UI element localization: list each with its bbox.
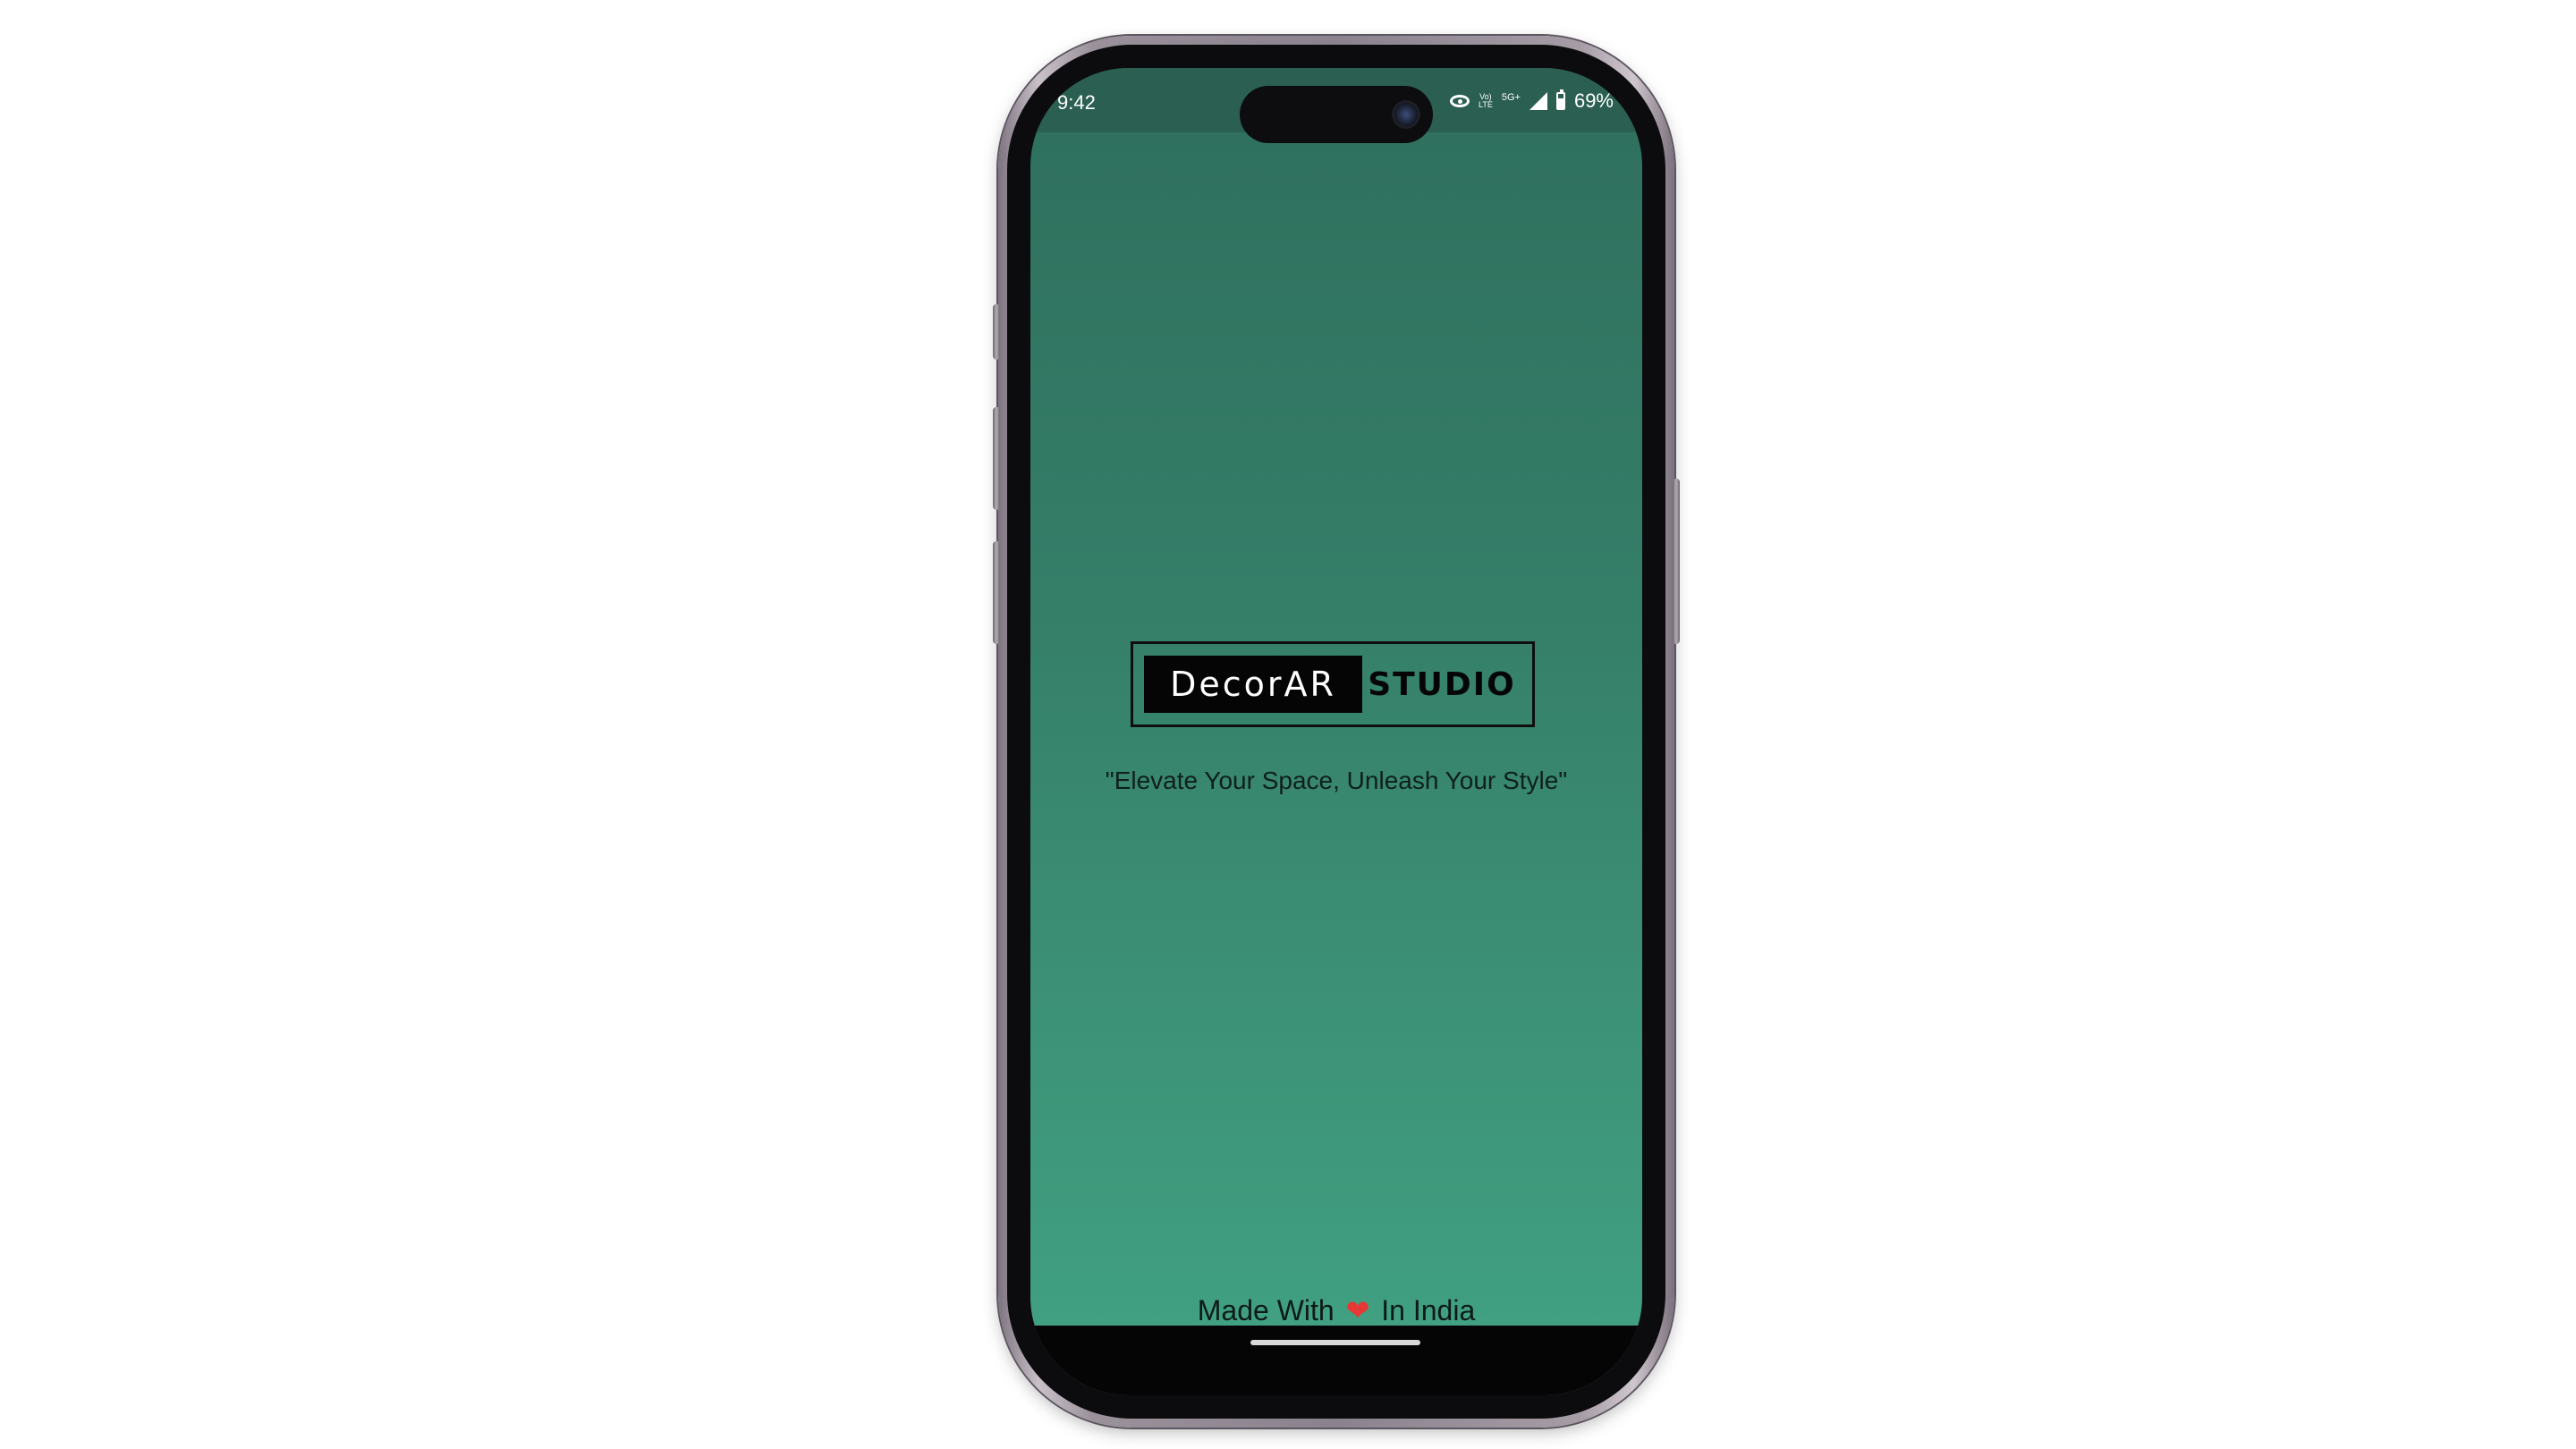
network-label: Vo) LTE <box>1479 93 1493 109</box>
dynamic-island <box>1240 86 1433 143</box>
logo-studio: STUDIO <box>1368 665 1516 703</box>
heart-icon: ❤ <box>1345 1294 1370 1326</box>
signal-icon <box>1529 92 1547 110</box>
tagline: "Elevate Your Space, Unleash Your Style" <box>1105 767 1568 794</box>
status-time: 9:42 <box>1057 91 1096 114</box>
network-bottom-label: LTE <box>1479 100 1493 109</box>
stage: 9:42 Vo) LTE 5G+ 69% DecorAR STUDIO "Ele… <box>0 0 2576 1449</box>
home-indicator[interactable] <box>1250 1340 1420 1345</box>
navigation-area <box>1030 1326 1642 1395</box>
status-icons: Vo) LTE 5G+ 69% <box>1450 89 1614 113</box>
power-button <box>1673 479 1680 644</box>
made-in-india-footer: Made With ❤ In India <box>1030 1293 1642 1327</box>
phone-screen: 9:42 Vo) LTE 5G+ 69% DecorAR STUDIO "Ele… <box>1030 68 1642 1395</box>
logo-decorar: DecorAR <box>1144 656 1362 713</box>
battery-icon <box>1555 89 1565 110</box>
eye-icon <box>1450 95 1470 107</box>
camera-icon <box>1392 100 1420 129</box>
volume-down-button <box>993 541 1000 644</box>
app-logo: DecorAR STUDIO <box>1131 641 1535 727</box>
footer-text-after: In India <box>1381 1294 1476 1326</box>
network-5g-label: 5G+ <box>1501 91 1521 103</box>
battery-percent: 69% <box>1573 89 1614 112</box>
action-button <box>993 304 1000 360</box>
volume-up-button <box>993 407 1000 510</box>
footer-text-before: Made With <box>1197 1294 1335 1326</box>
